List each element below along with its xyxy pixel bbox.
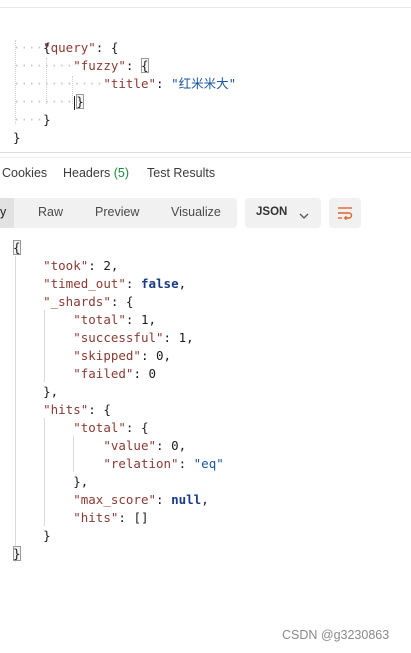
matched-bracket: }: [13, 546, 21, 561]
chevron-down-icon: [299, 207, 309, 225]
json-line: "failed": 0: [73, 366, 157, 381]
editor-line-7: }: [13, 130, 21, 145]
view-mode-segmented-control: y Raw Preview Visualize: [0, 198, 237, 228]
matched-bracket: {: [140, 58, 149, 73]
tab-headers[interactable]: Headers (5): [63, 166, 129, 180]
json-line: "value": 0,: [103, 438, 187, 453]
tab-cookies[interactable]: Cookies: [2, 166, 47, 180]
json-line: }: [43, 528, 51, 543]
headers-count-badge: (5): [113, 166, 130, 180]
editor-line-1: {: [43, 40, 51, 55]
editor-line-3: ········"fuzzy": {: [13, 58, 149, 73]
pane-divider[interactable]: [0, 152, 411, 153]
response-format-bar: y Raw Preview Visualize JSON: [0, 198, 411, 228]
view-mode-raw[interactable]: Raw: [38, 205, 63, 219]
view-mode-pretty[interactable]: y: [0, 198, 14, 228]
json-line: "successful": 1,: [73, 330, 194, 345]
format-select[interactable]: JSON: [245, 198, 321, 228]
editor-line-4: ············"title": "红米米大": [13, 76, 237, 91]
json-line: }: [13, 545, 21, 563]
matched-bracket: {: [13, 240, 21, 255]
json-line: "timed_out": false,: [43, 276, 187, 291]
view-mode-preview[interactable]: Preview: [95, 205, 139, 219]
json-line: },: [73, 474, 89, 489]
request-body-editor[interactable]: { ····"query": { ········"fuzzy": { ····…: [0, 0, 411, 152]
json-line: "total": {: [73, 420, 149, 435]
csdn-watermark: CSDN @g3230863: [282, 628, 390, 642]
json-line: "hits": {: [43, 402, 111, 417]
json-line: "hits": []: [73, 510, 149, 525]
format-select-value: JSON: [256, 206, 288, 218]
json-line: "_shards": {: [43, 294, 134, 309]
view-mode-pretty-label: y: [0, 205, 7, 219]
json-line: "took": 2,: [43, 258, 119, 273]
editor-line-2: ····"query": {: [13, 40, 119, 55]
editor-line-6: ····}: [13, 112, 51, 127]
json-line: "total": 1,: [73, 312, 157, 327]
pane-divider-shadow: [0, 157, 411, 158]
editor-line-5: ········}: [13, 94, 84, 110]
tab-headers-label: Headers: [63, 166, 111, 180]
json-line: "skipped": 0,: [73, 348, 172, 363]
editor-top-border: [0, 7, 411, 8]
wrap-lines-button[interactable]: [329, 198, 361, 228]
json-line: "max_score": null,: [73, 492, 209, 507]
view-mode-visualize[interactable]: Visualize: [171, 205, 221, 219]
tab-test-results[interactable]: Test Results: [147, 166, 215, 180]
json-line: },: [43, 384, 59, 399]
json-line: "relation": "eq": [103, 456, 224, 471]
json-line: {: [13, 239, 21, 257]
matched-bracket: }: [76, 94, 84, 109]
